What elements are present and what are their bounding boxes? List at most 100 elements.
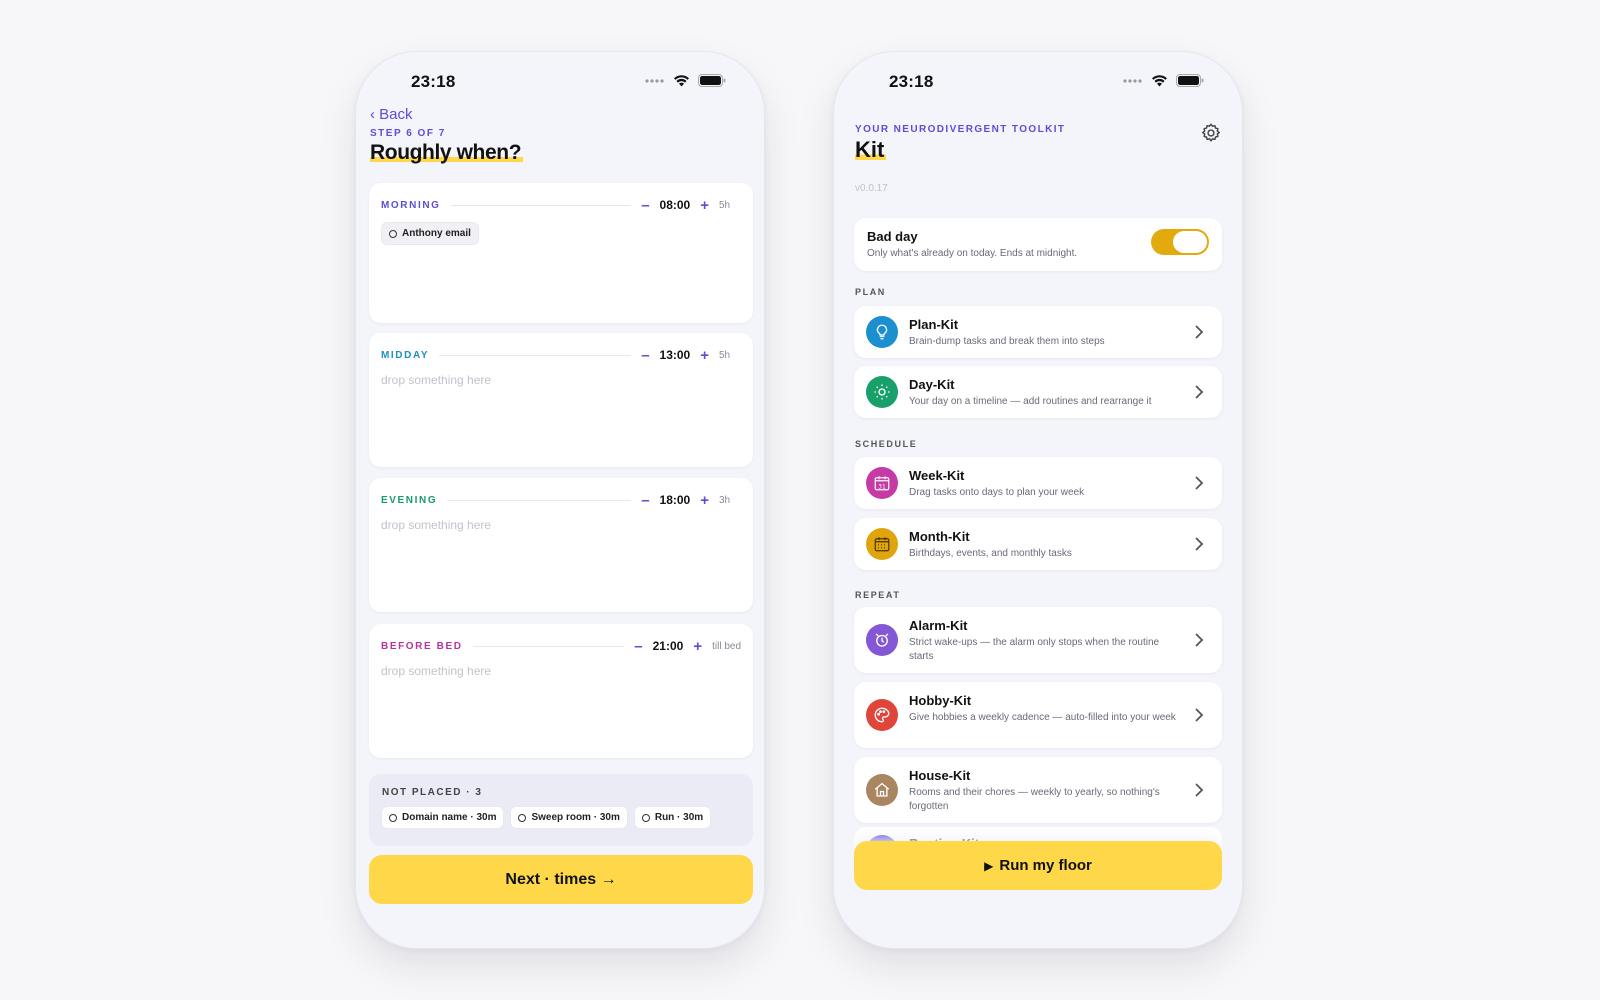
task-chip[interactable]: Sweep room · 30m: [510, 806, 628, 829]
task-chip-label: Sweep room · 30m: [531, 812, 620, 823]
slot-time-controls: – 13:00 + 5h: [641, 348, 741, 363]
section-label-plan: PLAN: [855, 287, 886, 297]
drop-placeholder: drop something here: [381, 664, 492, 678]
slot-header: EVENING – 18:00 + 3h: [381, 492, 741, 508]
sun-icon: [866, 376, 898, 408]
slot-name: EVENING: [381, 494, 438, 506]
calendar-grid-icon: [866, 528, 898, 560]
decrease-time-button[interactable]: –: [634, 639, 642, 654]
circle-icon: [389, 229, 397, 238]
task-chip[interactable]: Anthony email: [381, 222, 479, 245]
task-chip[interactable]: Run · 30m: [633, 806, 712, 829]
card-description: Rooms and their chores — weekly to yearl…: [909, 787, 1160, 812]
slot-midday[interactable]: MIDDAY – 13:00 + 5h drop something here: [369, 333, 753, 467]
slot-name: MORNING: [381, 199, 441, 211]
bad-day-toggle[interactable]: [1151, 229, 1209, 255]
slot-chips: Anthony email: [381, 222, 479, 245]
card-description: Give hobbies a weekly cadence — auto-fil…: [909, 712, 1176, 723]
card-description: Birthdays, events, and monthly tasks: [909, 548, 1072, 559]
alarm-kit-card[interactable]: Alarm-Kit Strict wake-ups — the alarm on…: [854, 607, 1222, 673]
status-bar: 23:18: [834, 70, 1242, 100]
increase-time-button[interactable]: +: [700, 348, 709, 363]
next-button[interactable]: Next · times →: [369, 855, 753, 904]
card-title: Week-Kit: [909, 468, 965, 483]
hobby-kit-card[interactable]: Hobby-Kit Give hobbies a weekly cadence …: [854, 682, 1222, 748]
toggle-knob: [1173, 231, 1207, 253]
version-label: v0.0.17: [855, 183, 888, 194]
play-icon: ▶: [984, 858, 994, 873]
slot-duration: till bed: [712, 640, 741, 652]
back-link[interactable]: ‹ Back: [370, 106, 413, 123]
section-label-repeat: REPEAT: [855, 590, 901, 600]
task-chip[interactable]: Domain name · 30m: [381, 806, 505, 829]
chevron-right-icon: [1195, 633, 1204, 647]
slot-time-controls: – 21:00 + till bed: [634, 639, 741, 654]
chevron-right-icon: [1195, 708, 1204, 722]
status-time: 23:18: [889, 72, 934, 91]
increase-time-button[interactable]: +: [700, 198, 709, 213]
slot-time: 13:00: [659, 348, 691, 362]
house-kit-card[interactable]: House-Kit Rooms and their chores — weekl…: [854, 757, 1222, 823]
slot-header: MORNING – 08:00 + 5h: [381, 197, 741, 213]
increase-time-button[interactable]: +: [700, 493, 709, 508]
palette-icon: [866, 699, 898, 731]
drop-placeholder: drop something here: [381, 373, 492, 387]
week-kit-card[interactable]: 31 Week-Kit Drag tasks onto days to plan…: [854, 457, 1222, 509]
chevron-right-icon: [1195, 385, 1204, 399]
signal-icon: [1123, 78, 1142, 83]
unplaced-label: NOT PLACED · 3: [382, 787, 483, 798]
run-my-floor-button[interactable]: ▶ Run my floor: [854, 841, 1222, 890]
battery-icon: [1176, 74, 1204, 87]
decrease-time-button[interactable]: –: [641, 493, 649, 508]
run-button-label: Run my floor: [999, 857, 1092, 874]
slot-time-controls: – 08:00 + 5h: [641, 198, 741, 213]
page-title: Roughly when?: [370, 141, 524, 165]
chevron-right-icon: [1195, 325, 1204, 339]
month-kit-card[interactable]: Month-Kit Birthdays, events, and monthly…: [854, 518, 1222, 570]
slot-morning[interactable]: MORNING – 08:00 + 5h Anthony email: [369, 183, 753, 323]
slot-duration: 3h: [719, 494, 731, 506]
card-title: Month-Kit: [909, 529, 970, 544]
decrease-time-button[interactable]: –: [641, 198, 649, 213]
page-title-text: Kit: [855, 137, 887, 162]
svg-text:31: 31: [878, 483, 886, 490]
circle-icon: [641, 813, 650, 822]
slot-before-bed[interactable]: BEFORE BED – 21:00 + till bed drop somet…: [369, 624, 753, 758]
status-icons: [645, 74, 726, 87]
slot-header: MIDDAY – 13:00 + 5h: [381, 347, 741, 363]
chevron-right-icon: [1195, 476, 1204, 490]
card-title: Plan-Kit: [909, 317, 959, 332]
task-chip-label: Anthony email: [402, 228, 471, 239]
slot-evening[interactable]: EVENING – 18:00 + 3h drop something here: [369, 478, 753, 612]
alarm-clock-icon: [866, 624, 898, 656]
slot-divider: [450, 204, 632, 206]
circle-icon: [389, 813, 397, 822]
card-title: Day-Kit: [909, 377, 955, 392]
decrease-time-button[interactable]: –: [641, 348, 649, 363]
slot-name: BEFORE BED: [381, 640, 463, 652]
increase-time-button[interactable]: +: [693, 639, 702, 654]
card-description: Strict wake-ups — the alarm only stops w…: [909, 637, 1160, 662]
day-kit-card[interactable]: Day-Kit Your day on a timeline — add rou…: [854, 366, 1222, 418]
section-label-schedule: SCHEDULE: [855, 439, 918, 449]
card-title: Alarm-Kit: [909, 618, 968, 633]
circle-icon: [518, 813, 527, 822]
calendar-31-icon: 31: [866, 467, 898, 499]
task-chip-label: Run · 30m: [654, 812, 704, 823]
page-title-text: Roughly when?: [370, 141, 524, 164]
gear-icon[interactable]: [1200, 122, 1222, 144]
wifi-icon: [674, 75, 689, 87]
drop-placeholder: drop something here: [381, 518, 492, 532]
bad-day-card: Bad day Only what's already on today. En…: [854, 218, 1222, 271]
page-title: Kit: [855, 137, 887, 163]
card-description: Brain-dump tasks and break them into ste…: [909, 336, 1105, 347]
slot-divider: [447, 499, 632, 501]
slot-duration: 5h: [719, 199, 731, 211]
status-time: 23:18: [411, 72, 456, 91]
card-description: Drag tasks onto days to plan your week: [909, 487, 1085, 498]
lightbulb-icon: [866, 316, 898, 348]
battery-icon: [698, 74, 726, 87]
plan-kit-card[interactable]: Plan-Kit Brain-dump tasks and break them…: [854, 306, 1222, 358]
bad-day-title: Bad day: [867, 229, 918, 244]
card-title: Hobby-Kit: [909, 693, 972, 708]
